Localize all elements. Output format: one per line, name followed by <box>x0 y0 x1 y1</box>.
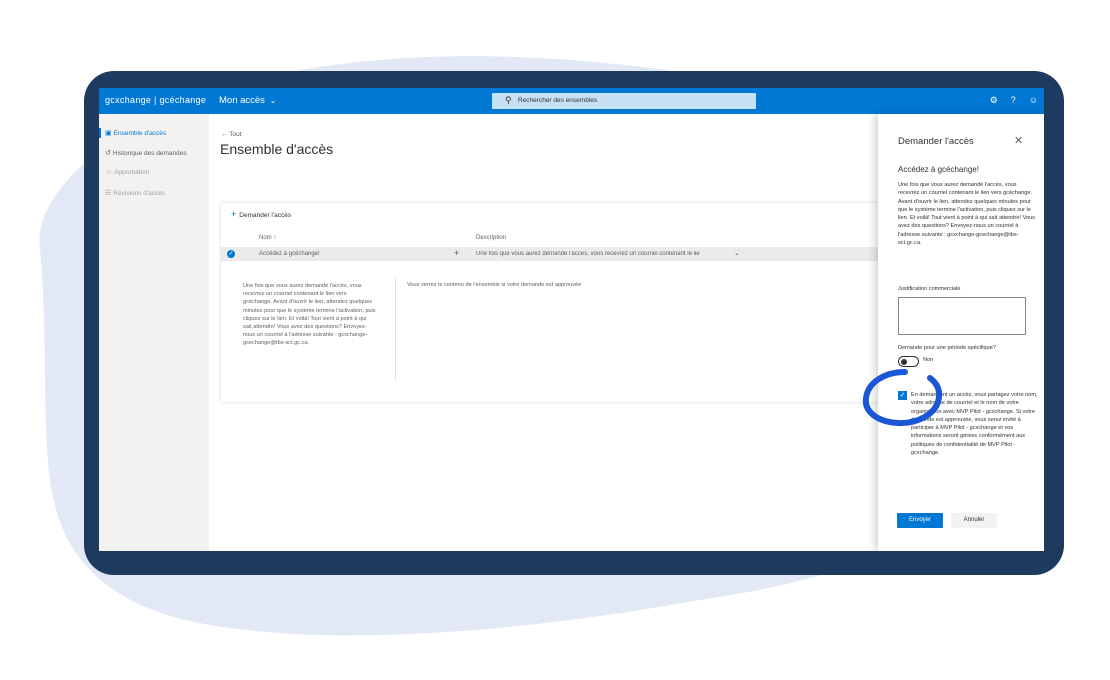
cancel-button[interactable]: Annuler <box>951 513 997 528</box>
add-icon[interactable]: + <box>454 248 459 258</box>
app-screen: gcxchange | gcéchange Mon accès ⌄ ⚲ Rech… <box>99 88 1044 551</box>
request-access-pane: Demander l'accès ✕ Accédez à gcéchange! … <box>878 114 1044 551</box>
person-icon: ☺ <box>105 169 113 176</box>
back-link[interactable]: ← Tout <box>221 131 242 138</box>
search-box[interactable]: ⚲ Rechercher des ensembles <box>492 93 756 109</box>
toggle-state-label: Non <box>923 357 934 363</box>
checkmark-icon[interactable]: ✓ <box>227 250 235 258</box>
justification-textarea[interactable] <box>898 297 1026 335</box>
row-name: Accédez à gcéchange! <box>259 251 320 257</box>
brand-label[interactable]: gcxchange | gcéchange <box>105 95 206 105</box>
request-access-button[interactable]: + Demander l'accès <box>231 209 291 219</box>
column-header-name[interactable]: Nom ↑ <box>259 235 276 241</box>
divider <box>395 277 396 380</box>
nav-active-indicator <box>99 128 101 138</box>
search-icon: ⚲ <box>505 95 512 105</box>
app-name: Mon accès <box>219 95 265 106</box>
detail-description: Une fois que vous aurez demandé l'accès,… <box>243 283 376 347</box>
table-row[interactable]: ✓ Accédez à gcéchange! + Une fois que vo… <box>221 247 881 261</box>
help-icon[interactable]: ? <box>1011 95 1016 106</box>
submit-button[interactable]: Envoyer <box>897 513 943 528</box>
plus-icon: + <box>231 209 237 219</box>
toggle-knob <box>901 358 907 365</box>
account-icon[interactable]: ☺ <box>1029 95 1038 106</box>
arrow-left-icon: ← <box>221 131 228 138</box>
sort-arrow-icon: ↑ <box>273 235 277 241</box>
consent-text: En demandant un accès, vous partagez vot… <box>911 392 1038 457</box>
justification-label: Justification commerciale <box>898 286 961 292</box>
org-icon[interactable]: ⚙ <box>990 95 998 106</box>
close-icon[interactable]: ✕ <box>1014 134 1023 147</box>
chevron-down-icon[interactable]: ⌄ <box>734 249 740 257</box>
pane-subtitle: Accédez à gcéchange! <box>898 165 979 174</box>
column-header-description[interactable]: Description <box>476 235 506 241</box>
page-title: Ensemble d'accès <box>220 141 334 157</box>
access-packages-panel: + Demander l'accès Nom ↑ Description ✓ Ac… <box>221 203 881 402</box>
top-bar: gcxchange | gcéchange Mon accès ⌄ ⚲ Rech… <box>99 88 1044 114</box>
detail-note: Vous verrez le contenu de l'ensemble si … <box>407 282 582 288</box>
search-placeholder: Rechercher des ensembles <box>518 97 598 104</box>
left-nav: ▣ Ensemble d'accès ↺ Historique des demand… <box>99 114 209 551</box>
briefcase-icon: ▣ <box>105 130 112 137</box>
sidebar-item-access-packages[interactable]: ▣ Ensemble d'accès <box>105 129 166 137</box>
sidebar-item-request-history[interactable]: ↺ Historique des demandes <box>105 149 187 157</box>
pane-description: Une fois que vous aurez demandé l'accès,… <box>898 182 1036 247</box>
pane-title: Demander l'accès <box>898 136 974 147</box>
history-icon: ↺ <box>105 150 111 157</box>
period-label: Demande pour une période spécifique? <box>898 345 996 351</box>
chevron-down-icon: ⌄ <box>269 96 277 105</box>
list-icon: ☰ <box>105 190 112 197</box>
sidebar-item-access-reviews[interactable]: ☰ Révisions d'accès <box>105 189 165 197</box>
period-toggle[interactable] <box>898 356 919 367</box>
sidebar-item-approvals[interactable]: ☺ Approbation <box>105 169 149 176</box>
app-switcher[interactable]: Mon accès ⌄ <box>219 95 276 106</box>
row-description: Une fois que vous aurez demandé l'accès,… <box>476 251 700 257</box>
consent-checkbox[interactable]: ✓ <box>898 391 907 400</box>
